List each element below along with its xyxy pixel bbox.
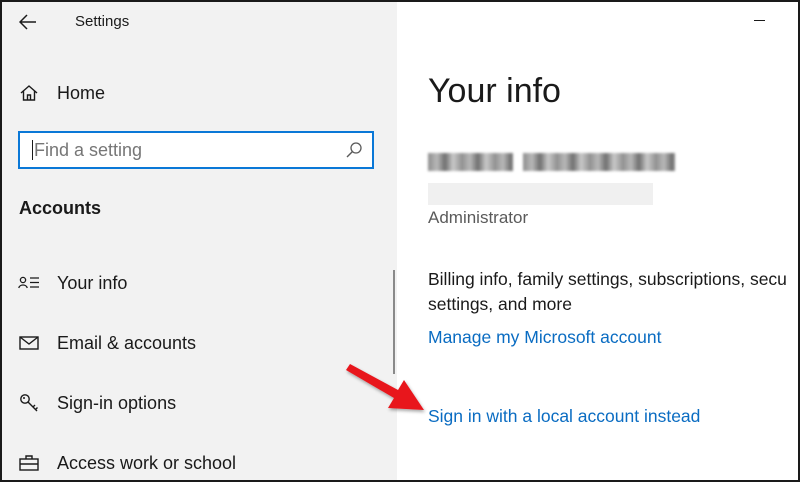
search-icon[interactable]	[344, 140, 364, 160]
mail-icon	[18, 332, 40, 354]
back-button[interactable]	[14, 8, 42, 36]
page-title: Your info	[428, 72, 561, 110]
nav-home-label: Home	[57, 82, 106, 103]
sidebar-item-label: Your info	[57, 272, 128, 293]
sidebar: Settings Home Accounts	[2, 2, 397, 480]
sidebar-item-label: Access work or school	[57, 452, 237, 473]
redacted-last-name	[523, 153, 675, 171]
sidebar-item-label: Sign-in options	[57, 392, 177, 413]
billing-line: settings, and more	[428, 294, 572, 314]
back-arrow-icon	[19, 14, 36, 30]
sign-in-local-account-link[interactable]: Sign in with a local account instead	[428, 406, 700, 427]
nav-home[interactable]: Home	[2, 76, 397, 110]
sidebar-item-your-info[interactable]: Your info	[2, 263, 392, 303]
sidebar-item-sign-in-options[interactable]: Sign-in options	[2, 383, 392, 423]
manage-microsoft-account-link[interactable]: Manage my Microsoft account	[428, 327, 661, 348]
minimize-button[interactable]	[747, 10, 773, 30]
redacted-first-name	[428, 153, 513, 171]
settings-window: Settings Home Accounts	[0, 0, 800, 482]
main-content: Your info Administrator Billing info, fa…	[397, 2, 798, 480]
home-icon	[18, 82, 40, 104]
sidebar-scrollbar[interactable]	[393, 270, 395, 374]
briefcase-icon	[18, 452, 40, 474]
section-heading-accounts: Accounts	[19, 198, 102, 218]
search-box[interactable]	[18, 131, 374, 169]
account-role: Administrator	[428, 208, 529, 227]
sidebar-item-label: Email & accounts	[57, 332, 197, 353]
sidebar-item-email-accounts[interactable]: Email & accounts	[2, 323, 392, 363]
search-input[interactable]	[20, 133, 354, 167]
sidebar-item-access-work-school[interactable]: Access work or school	[2, 443, 392, 480]
app-title: Settings	[75, 13, 130, 30]
billing-line: Billing info, family settings, subscript…	[428, 269, 787, 289]
key-icon	[18, 392, 40, 414]
redacted-email	[428, 183, 653, 205]
billing-description: Billing info, family settings, subscript…	[428, 267, 798, 317]
text-caret	[32, 140, 33, 160]
person-list-icon	[18, 272, 40, 294]
